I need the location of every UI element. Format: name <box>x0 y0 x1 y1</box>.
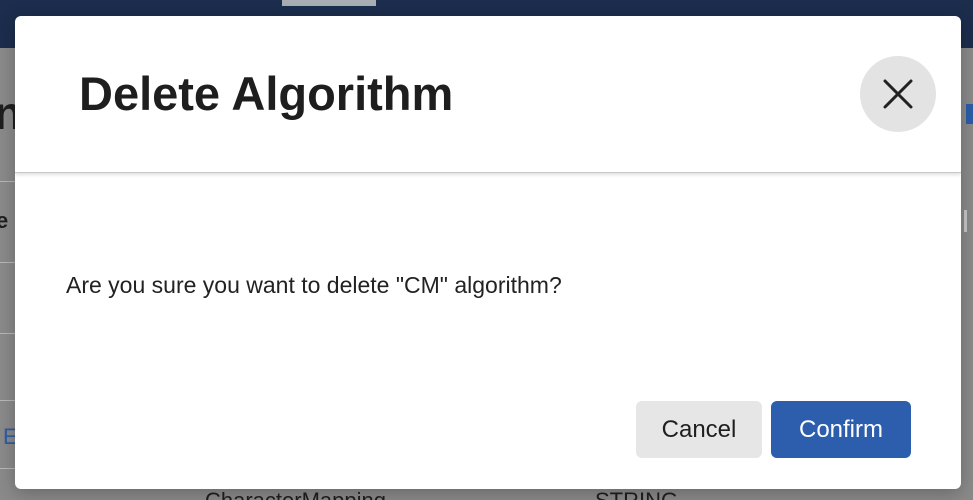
close-button[interactable] <box>860 56 936 132</box>
background-divider <box>0 333 16 334</box>
confirm-button[interactable]: Confirm <box>771 401 911 458</box>
background-table-cell: CharacterMapping <box>205 488 386 500</box>
dialog-message: Are you sure you want to delete "CM" alg… <box>66 272 562 298</box>
delete-algorithm-dialog: Delete Algorithm Are you sure you want t… <box>15 16 961 489</box>
background-action-mark <box>966 104 973 124</box>
background-column-separator <box>964 210 967 232</box>
close-icon <box>883 79 913 109</box>
top-bar-active-tab <box>282 0 376 6</box>
background-divider <box>0 181 16 182</box>
background-table-cell: STRING <box>595 488 678 500</box>
background-divider <box>0 400 16 401</box>
background-divider <box>0 262 16 263</box>
dialog-title: Delete Algorithm <box>79 67 454 120</box>
dialog-header: Delete Algorithm <box>15 16 961 173</box>
background-divider <box>0 468 16 469</box>
cancel-button[interactable]: Cancel <box>636 401 762 458</box>
background-column-header: e <box>0 208 9 233</box>
